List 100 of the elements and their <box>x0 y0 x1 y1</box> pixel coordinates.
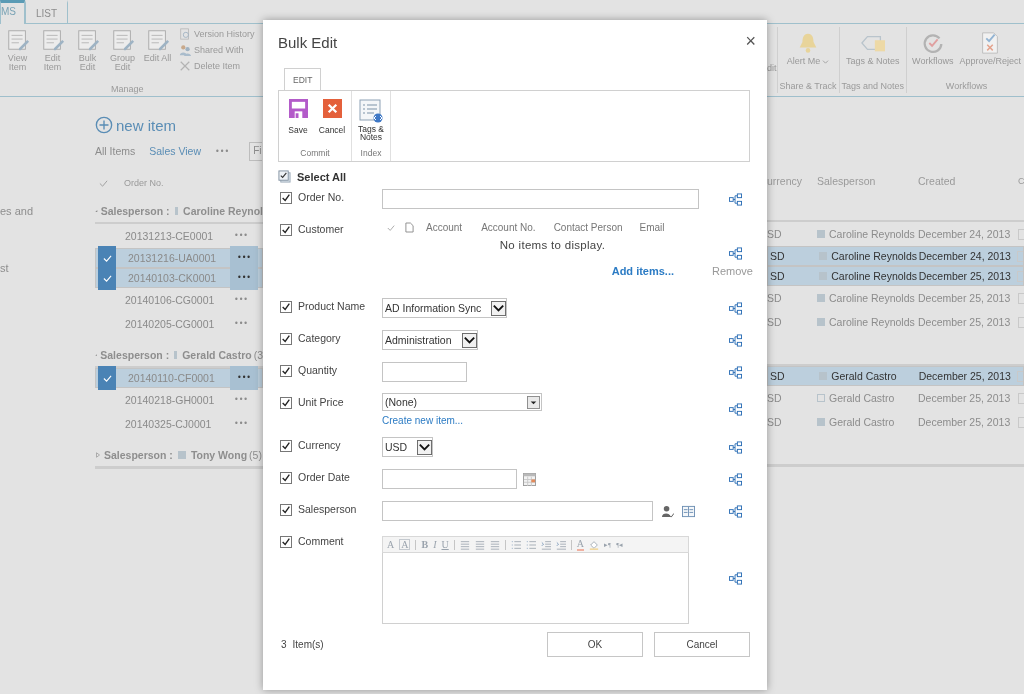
ribbon-tab[interactable]: MS <box>0 0 25 24</box>
table-cell-text: December 25, 2013 <box>918 270 1012 282</box>
column-header[interactable]: Order No. <box>124 178 164 188</box>
ribbon-small-button[interactable]: Version History <box>179 28 255 40</box>
ribbon-button[interactable]: Bulk Edit <box>70 28 105 72</box>
dropdown[interactable]: USD <box>382 437 434 457</box>
ribbon-tab[interactable]: LIST <box>25 0 69 23</box>
column-header[interactable]: Created <box>918 175 1018 187</box>
ribbon-tab[interactable]: EDIT <box>284 68 322 91</box>
ok-button[interactable]: OK <box>547 632 643 657</box>
more-button[interactable]: ••• <box>230 266 258 290</box>
checkbox[interactable] <box>280 536 292 548</box>
row-checkbox[interactable] <box>98 366 116 390</box>
create-item-link[interactable]: Create new item... <box>382 415 464 426</box>
column-header[interactable]: Account No. <box>481 222 536 233</box>
ribbon-button[interactable]: Edit All <box>140 28 175 63</box>
search-field[interactable]: Fi <box>249 141 263 161</box>
ribbon-button[interactable]: View Item <box>0 28 35 72</box>
paint-bucket-icon[interactable] <box>588 539 599 550</box>
format-button[interactable]: A <box>387 539 395 550</box>
branch-icon[interactable] <box>729 301 742 315</box>
ribbon-button[interactable]: Alert Me <box>783 31 833 66</box>
date-field[interactable] <box>382 469 517 489</box>
ribbon-button[interactable]: Tags & Notes <box>843 31 903 66</box>
ribbon-button[interactable]: Group Edit <box>105 28 140 72</box>
ribbon-button[interactable]: Approve/Reject <box>956 31 1024 66</box>
ribbon-button[interactable]: Tags & Notes <box>356 99 386 148</box>
format-button[interactable]: A <box>576 538 584 551</box>
format-button[interactable]: A <box>399 539 411 550</box>
branch-icon[interactable] <box>729 504 742 518</box>
ribbon-button[interactable]: Workflows <box>909 31 957 66</box>
ribbon-small-button[interactable]: Delete Item <box>179 60 255 72</box>
format-button[interactable]: I <box>433 539 437 550</box>
more-button[interactable]: ••• <box>227 288 255 312</box>
branch-icon[interactable] <box>729 365 742 379</box>
checkbox[interactable] <box>280 504 292 516</box>
column-header[interactable]: Contact Person <box>553 222 623 233</box>
more-button[interactable]: ••• <box>215 146 230 156</box>
list-icon[interactable] <box>510 539 521 550</box>
more-button[interactable]: ••• <box>230 366 258 390</box>
dropdown[interactable]: Administration <box>382 330 478 350</box>
checkbox[interactable] <box>280 472 292 484</box>
checkbox[interactable] <box>280 224 292 236</box>
view-link[interactable]: Sales View <box>149 145 202 157</box>
branch-icon[interactable] <box>729 247 742 260</box>
calendar-icon[interactable] <box>523 472 536 486</box>
more-button[interactable]: ••• <box>227 388 255 412</box>
rich-text-area[interactable] <box>382 553 689 624</box>
more-button[interactable]: ••• <box>227 412 255 436</box>
row-checkbox[interactable] <box>98 266 116 290</box>
checkbox[interactable] <box>280 440 292 452</box>
nav-link[interactable]: es and <box>0 205 34 217</box>
format-button[interactable]: U <box>441 539 449 550</box>
checkbox[interactable] <box>280 397 292 409</box>
list-icon[interactable] <box>525 539 536 550</box>
ribbon-button[interactable]: Edit Item <box>35 28 70 72</box>
branch-icon[interactable] <box>729 571 742 585</box>
checkbox[interactable] <box>280 301 292 313</box>
dropdown[interactable]: AD Information Sync <box>382 298 508 318</box>
add-items-link[interactable]: Add items... <box>611 265 675 277</box>
ribbon-button[interactable]: dit <box>767 63 777 73</box>
format-button[interactable]: B <box>421 539 429 550</box>
checkbox[interactable] <box>280 365 292 377</box>
select-all-button[interactable]: Select All <box>278 170 347 183</box>
checkbox[interactable] <box>280 192 292 204</box>
checkbox[interactable] <box>280 333 292 345</box>
branch-icon[interactable] <box>729 333 742 347</box>
close-button[interactable]: × <box>745 34 756 48</box>
column-header[interactable]: Email <box>639 222 665 233</box>
align-icon[interactable] <box>459 539 470 550</box>
branch-icon[interactable] <box>729 403 742 416</box>
column-header[interactable]: urrency <box>767 175 817 187</box>
branch-icon[interactable] <box>729 192 742 206</box>
people-picker-field[interactable] <box>382 501 653 521</box>
column-header[interactable]: Salesperson <box>817 175 918 187</box>
input-field[interactable] <box>382 189 699 209</box>
align-icon[interactable] <box>489 539 500 550</box>
column-header[interactable]: C <box>1018 176 1024 186</box>
ribbon-button[interactable]: Save <box>283 99 313 148</box>
ribbon-small-button[interactable]: Shared With <box>179 44 255 56</box>
branch-icon[interactable] <box>729 440 742 454</box>
presence-icon <box>174 207 179 215</box>
cancel-button[interactable]: Cancel <box>654 632 750 657</box>
document-edit-icon <box>5 28 30 52</box>
dropdown[interactable]: (None) <box>382 393 542 411</box>
indent-icon[interactable] <box>540 539 551 550</box>
indent-icon[interactable] <box>555 539 566 550</box>
branch-icon[interactable] <box>729 472 742 486</box>
column-header[interactable]: Account <box>426 222 463 233</box>
nav-link[interactable]: st <box>0 262 9 274</box>
person-check-icon[interactable] <box>661 504 674 518</box>
new-item-link[interactable]: new item <box>95 115 177 135</box>
input-field[interactable] <box>382 362 467 382</box>
expand-icon[interactable] <box>95 452 101 458</box>
address-book-icon[interactable] <box>682 504 695 518</box>
view-link[interactable]: All Items <box>95 145 136 157</box>
ribbon-button[interactable]: Cancel <box>317 99 347 148</box>
align-icon[interactable] <box>474 539 485 550</box>
more-button[interactable]: ••• <box>227 312 255 336</box>
more-button[interactable]: ••• <box>227 224 255 248</box>
